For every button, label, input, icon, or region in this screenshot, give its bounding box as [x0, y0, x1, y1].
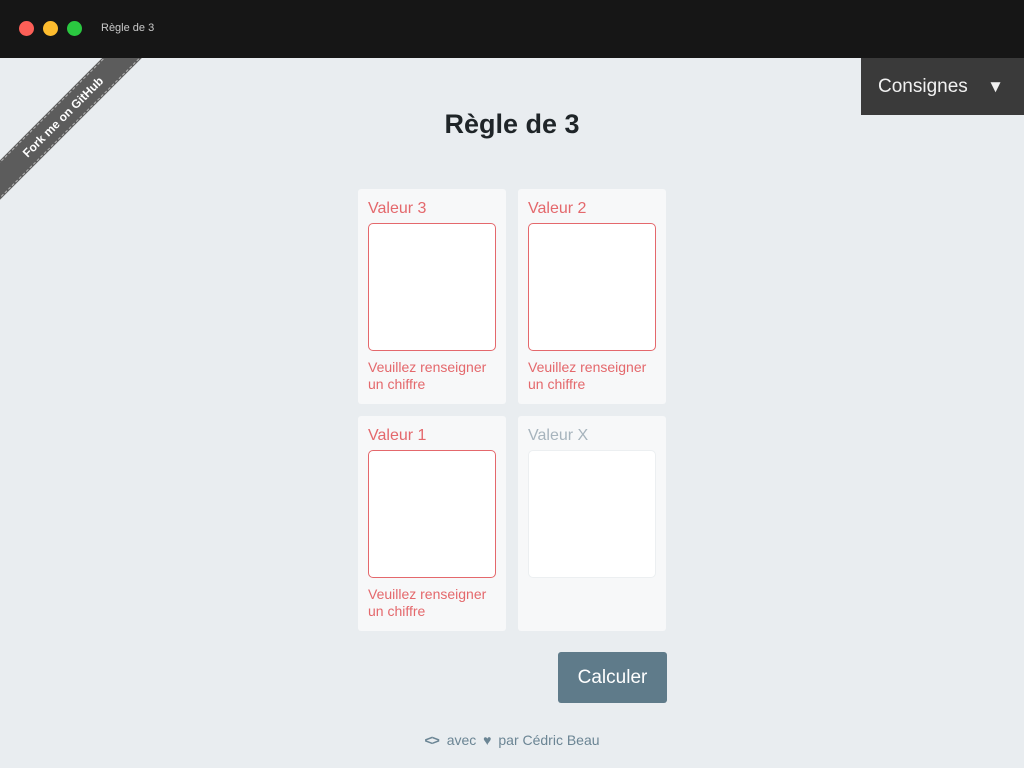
card-valeur-1: Valeur 1 Veuillez renseigner un chiffre	[358, 416, 506, 631]
values-grid: Valeur 3 Veuillez renseigner un chiffre …	[358, 189, 666, 631]
github-ribbon-label[interactable]: Fork me on GitHub	[0, 58, 150, 208]
card-label: Valeur 1	[368, 427, 427, 444]
footer: <> avec ♥ par Cédric Beau	[0, 732, 1024, 748]
valeur-1-input[interactable]	[368, 450, 496, 578]
window-titlebar: Règle de 3	[0, 0, 1024, 58]
card-valeur-3: Valeur 3 Veuillez renseigner un chiffre	[358, 189, 506, 404]
github-ribbon[interactable]: Fork me on GitHub	[0, 58, 150, 208]
error-message: Veuillez renseigner un chiffre	[368, 586, 487, 619]
maximize-window-button[interactable]	[67, 21, 82, 36]
card-label: Valeur 3	[368, 200, 427, 217]
card-valeur-x: Valeur X	[518, 416, 666, 631]
error-message: Veuillez renseigner un chiffre	[368, 359, 487, 392]
valeur-3-input[interactable]	[368, 223, 496, 351]
card-label: Valeur 2	[528, 200, 587, 217]
triangle-down-icon: ▼	[987, 76, 1004, 96]
consignes-dropdown[interactable]: Consignes ▼	[861, 58, 1024, 115]
valeur-x-output	[528, 450, 656, 578]
consignes-label: Consignes	[878, 75, 968, 97]
error-message: Veuillez renseigner un chiffre	[528, 359, 647, 392]
code-brackets-icon: <>	[424, 732, 439, 748]
valeur-2-input[interactable]	[528, 223, 656, 351]
heart-icon: ♥	[483, 732, 492, 748]
calculate-button[interactable]: Calculer	[558, 652, 667, 703]
card-valeur-2: Valeur 2 Veuillez renseigner un chiffre	[518, 189, 666, 404]
footer-avec: avec	[446, 732, 477, 748]
minimize-window-button[interactable]	[43, 21, 58, 36]
footer-author[interactable]: par Cédric Beau	[498, 732, 599, 748]
window-title: Règle de 3	[101, 22, 155, 34]
close-window-button[interactable]	[19, 21, 34, 36]
page-title: Règle de 3	[444, 109, 580, 139]
card-label: Valeur X	[528, 427, 589, 444]
